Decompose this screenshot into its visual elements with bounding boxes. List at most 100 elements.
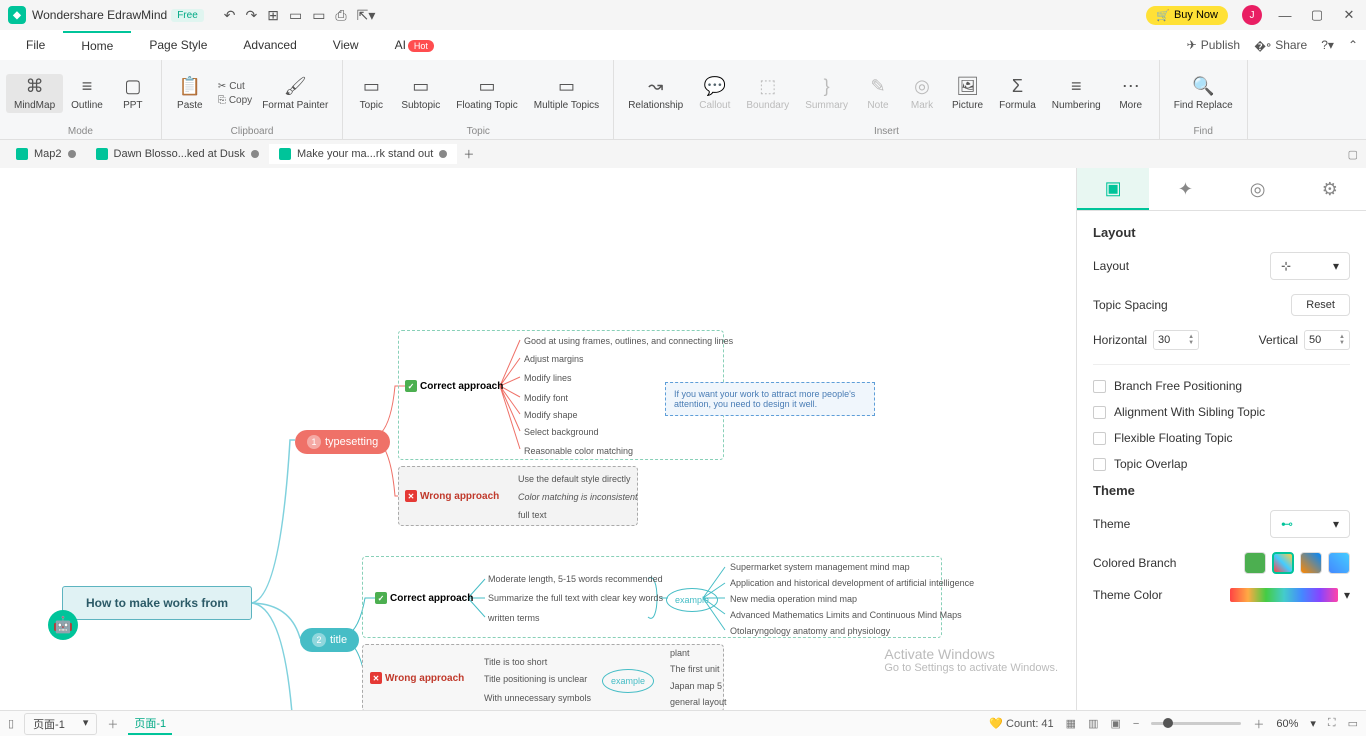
page-select[interactable]: 页面-1▾ bbox=[24, 713, 97, 735]
topic-button[interactable]: ▭Topic bbox=[349, 74, 393, 113]
leaf[interactable]: Reasonable color matching bbox=[524, 446, 633, 456]
numbering-button[interactable]: ≡Numbering bbox=[1044, 74, 1109, 113]
help-button[interactable]: ?▾ bbox=[1321, 38, 1334, 52]
branch-title[interactable]: 2title bbox=[300, 628, 359, 652]
menu-file[interactable]: File bbox=[8, 32, 63, 58]
zoom-slider[interactable] bbox=[1151, 722, 1241, 725]
branch-color-1[interactable] bbox=[1244, 552, 1266, 574]
collapse-ribbon-button[interactable]: ⌃ bbox=[1348, 38, 1358, 52]
panel-tab-style[interactable]: ✦ bbox=[1149, 168, 1221, 210]
new-button[interactable]: ⊞ bbox=[267, 7, 279, 24]
format-painter-button[interactable]: 🖌Format Painter bbox=[254, 74, 336, 113]
minimize-button[interactable]: — bbox=[1276, 8, 1294, 23]
leaf[interactable]: Modify shape bbox=[524, 410, 578, 420]
vertical-input[interactable]: 50▲▼ bbox=[1304, 330, 1350, 350]
leaf[interactable]: full text bbox=[518, 510, 547, 520]
undo-button[interactable]: ↶ bbox=[224, 7, 236, 24]
redo-button[interactable]: ↷ bbox=[245, 7, 257, 24]
leaf[interactable]: general layout bbox=[670, 697, 727, 707]
picture-button[interactable]: 🖼Picture bbox=[944, 74, 991, 113]
summary-button[interactable]: }Summary bbox=[797, 74, 856, 113]
add-tab-button[interactable]: ＋ bbox=[463, 146, 474, 162]
panel-tab-icon[interactable]: ◎ bbox=[1222, 168, 1294, 210]
example-node[interactable]: example bbox=[602, 669, 654, 693]
sidebar-toggle-button[interactable]: ▯ bbox=[8, 717, 14, 730]
leaf[interactable]: Japan map 5 bbox=[670, 681, 722, 691]
view-mode-1[interactable]: ▦ bbox=[1066, 717, 1076, 730]
cut-button[interactable]: ✂ Cut bbox=[216, 80, 254, 93]
root-topic[interactable]: How to make works from bbox=[62, 586, 252, 620]
menu-ai[interactable]: AIHot bbox=[377, 32, 452, 58]
close-button[interactable]: ✕ bbox=[1340, 7, 1358, 23]
callout-note[interactable]: If you want your work to attract more pe… bbox=[665, 382, 875, 416]
leaf[interactable]: plant bbox=[670, 648, 690, 658]
leaf[interactable]: Use the default style directly bbox=[518, 474, 631, 484]
boundary-button[interactable]: ⬚Boundary bbox=[738, 74, 797, 113]
buy-now-button[interactable]: 🛒 Buy Now bbox=[1146, 6, 1228, 25]
doc-tab-2[interactable]: Dawn Blosso...ked at Dusk bbox=[86, 144, 269, 164]
publish-button[interactable]: ✈ Publish bbox=[1187, 38, 1240, 52]
fullscreen-button[interactable]: ▭ bbox=[1348, 717, 1358, 730]
branch-free-checkbox[interactable]: Branch Free Positioning bbox=[1093, 379, 1350, 393]
floating-topic-button[interactable]: ▭Floating Topic bbox=[448, 74, 526, 113]
ppt-mode-button[interactable]: ▢PPT bbox=[111, 74, 155, 113]
layout-select[interactable]: ⊹▾ bbox=[1270, 252, 1350, 280]
branch-color-2[interactable] bbox=[1272, 552, 1294, 574]
leaf[interactable]: Modify lines bbox=[524, 373, 572, 383]
subtopic-button[interactable]: ▭Subtopic bbox=[393, 74, 448, 113]
relationship-button[interactable]: ↝Relationship bbox=[620, 74, 691, 113]
leaf[interactable]: Application and historical development o… bbox=[730, 578, 974, 588]
formula-button[interactable]: ΣFormula bbox=[991, 74, 1044, 113]
doc-tab-1[interactable]: Map2 bbox=[6, 144, 86, 164]
multiple-topics-button[interactable]: ▭Multiple Topics bbox=[526, 74, 607, 113]
leaf[interactable]: Color matching is inconsistent bbox=[518, 492, 638, 502]
leaf[interactable]: Good at using frames, outlines, and conn… bbox=[524, 336, 733, 346]
flexible-floating-checkbox[interactable]: Flexible Floating Topic bbox=[1093, 431, 1350, 445]
more-button[interactable]: ⋯More bbox=[1109, 74, 1153, 113]
branch-typesetting[interactable]: 1typesetting bbox=[295, 430, 390, 454]
save-button[interactable]: ▭ bbox=[312, 7, 325, 24]
reset-button[interactable]: Reset bbox=[1291, 294, 1350, 316]
leaf[interactable]: Advanced Mathematics Limits and Continuo… bbox=[730, 610, 962, 620]
panel-toggle-button[interactable]: ▢ bbox=[1348, 148, 1366, 161]
leaf[interactable]: Summarize the full text with clear key w… bbox=[488, 593, 663, 603]
horizontal-input[interactable]: 30▲▼ bbox=[1153, 330, 1199, 350]
correct-approach-1[interactable]: ✓Correct approach bbox=[405, 380, 503, 392]
page-tab[interactable]: 页面-1 bbox=[128, 713, 172, 735]
chevron-down-icon[interactable]: ▾ bbox=[1310, 717, 1316, 730]
menu-home[interactable]: Home bbox=[63, 31, 131, 59]
fit-screen-button[interactable]: ⛶ bbox=[1328, 717, 1336, 730]
align-sibling-checkbox[interactable]: Alignment With Sibling Topic bbox=[1093, 405, 1350, 419]
share-button[interactable]: �॰ Share bbox=[1254, 37, 1307, 54]
panel-tab-settings[interactable]: ⚙ bbox=[1294, 168, 1366, 210]
leaf[interactable]: New media operation mind map bbox=[730, 594, 857, 604]
mark-button[interactable]: ◎Mark bbox=[900, 74, 944, 113]
add-page-button[interactable]: ＋ bbox=[107, 716, 118, 732]
mindmap-mode-button[interactable]: ⌘MindMap bbox=[6, 74, 63, 113]
leaf[interactable]: Title positioning is unclear bbox=[484, 674, 587, 684]
view-mode-3[interactable]: ▣ bbox=[1110, 717, 1120, 730]
leaf[interactable]: Moderate length, 5-15 words recommended bbox=[488, 574, 663, 584]
branch-color-3[interactable] bbox=[1300, 552, 1322, 574]
open-button[interactable]: ▭ bbox=[289, 7, 302, 24]
note-button[interactable]: ✎Note bbox=[856, 74, 900, 113]
theme-select[interactable]: ⊷▾ bbox=[1270, 510, 1350, 538]
user-avatar[interactable]: J bbox=[1242, 5, 1262, 25]
find-replace-button[interactable]: 🔍Find Replace bbox=[1166, 74, 1241, 113]
correct-approach-2[interactable]: ✓Correct approach bbox=[375, 592, 473, 604]
topic-overlap-checkbox[interactable]: Topic Overlap bbox=[1093, 457, 1350, 471]
zoom-level[interactable]: 60% bbox=[1276, 718, 1298, 730]
chat-fab-button[interactable]: 🤖 bbox=[48, 610, 78, 640]
leaf[interactable]: The first unit bbox=[670, 664, 720, 674]
outline-mode-button[interactable]: ≡Outline bbox=[63, 74, 111, 113]
leaf[interactable]: Title is too short bbox=[484, 657, 547, 667]
leaf[interactable]: Modify font bbox=[524, 393, 568, 403]
doc-tab-3[interactable]: Make your ma...rk stand out bbox=[269, 144, 457, 164]
leaf[interactable]: With unnecessary symbols bbox=[484, 693, 591, 703]
leaf[interactable]: Supermarket system management mind map bbox=[730, 562, 910, 572]
maximize-button[interactable]: ▢ bbox=[1308, 7, 1326, 23]
zoom-out-button[interactable]: − bbox=[1133, 718, 1139, 730]
example-node[interactable]: example bbox=[666, 588, 718, 612]
menu-view[interactable]: View bbox=[315, 32, 377, 58]
leaf[interactable]: written terms bbox=[488, 613, 540, 623]
